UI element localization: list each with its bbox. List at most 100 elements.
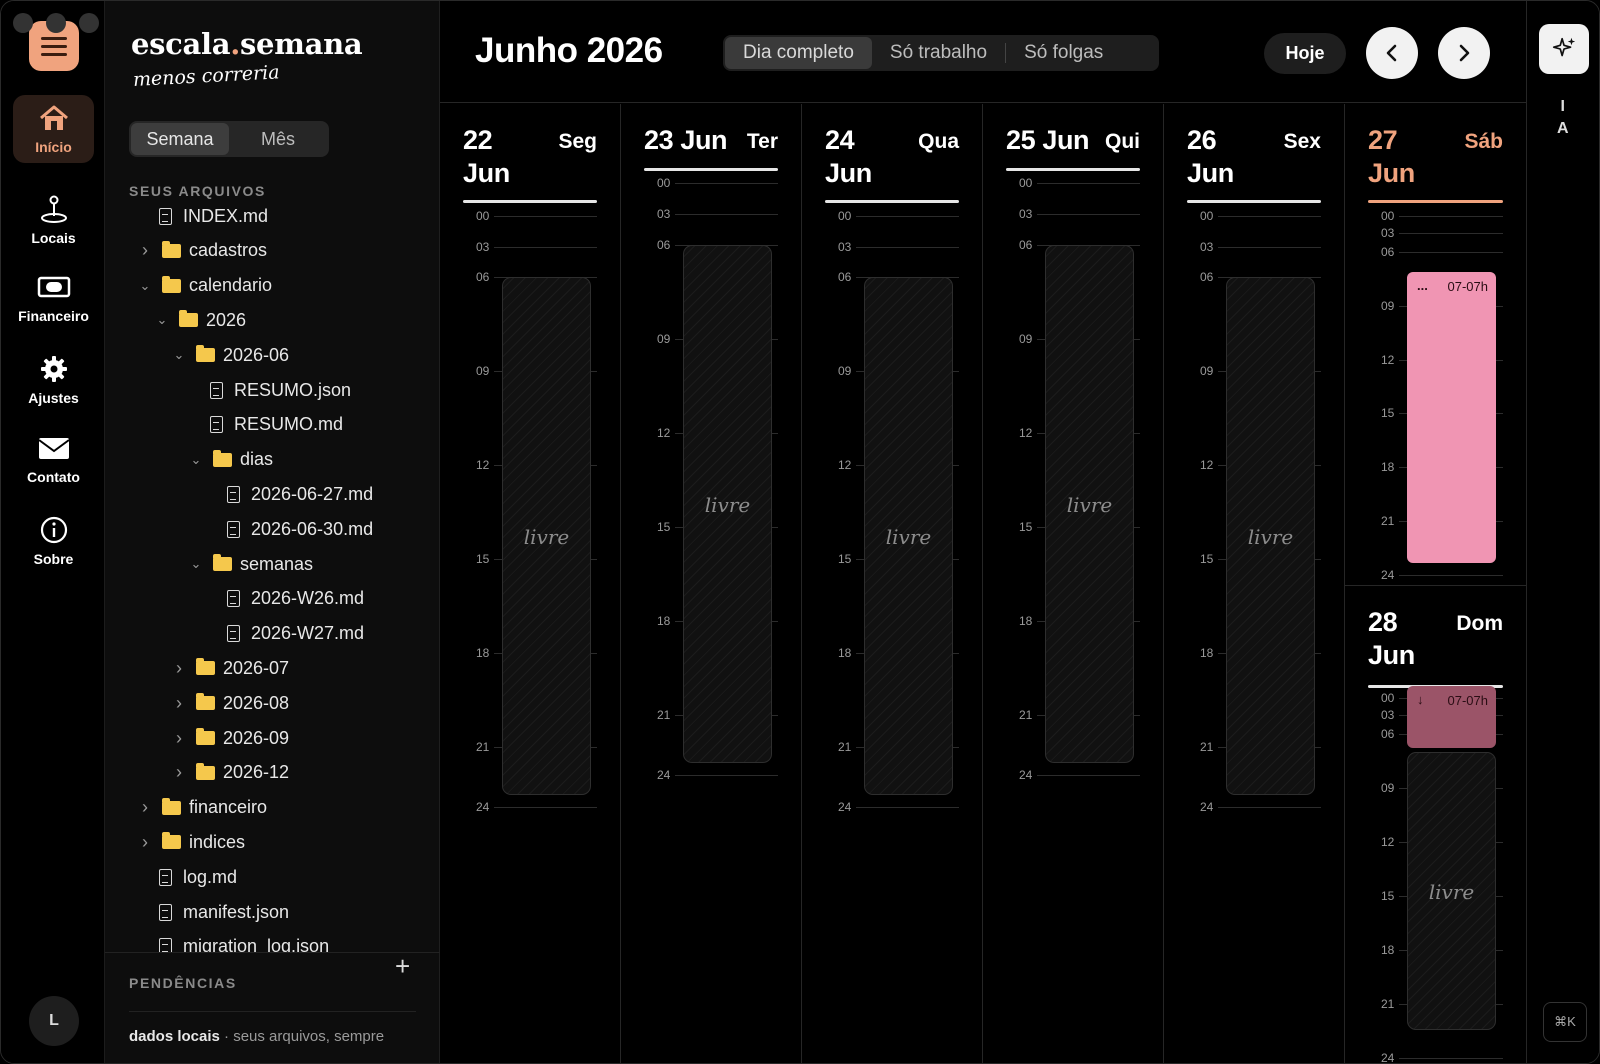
tree-folder[interactable]: ⌄ 2026-06 — [172, 338, 290, 372]
pending-section-title: PENDÊNCIAS — [129, 975, 237, 991]
tree-folder[interactable]: ⌄ 2026 — [155, 303, 247, 337]
chevron-right-icon[interactable]: › — [172, 658, 186, 678]
tree-folder[interactable]: › indices — [138, 825, 245, 859]
day-column[interactable]: 27 Jun Sáb 00 03 06 09 12 15 18 21 24... 07-07h — [1345, 104, 1526, 586]
free-slot[interactable]: livre — [1045, 244, 1134, 763]
tree-file[interactable]: RESUMO.json — [205, 373, 351, 407]
today-button[interactable]: Hoje — [1264, 33, 1346, 74]
chevron-down-icon[interactable]: ⌄ — [172, 347, 186, 362]
filter-so-trabalho[interactable]: Só trabalho — [872, 37, 1005, 69]
day-column[interactable]: 22 Jun Seg 00 03 06 09 12 15 18 21 24 livre — [440, 104, 621, 1063]
chevron-right-icon[interactable]: › — [138, 240, 152, 260]
hour-label: 18 — [1019, 614, 1033, 629]
nav-sobre[interactable]: Sobre — [13, 507, 94, 575]
tree-item-label: 2026-06-30.md — [251, 518, 374, 539]
folder-icon — [194, 345, 216, 364]
hour-label: 00 — [1200, 209, 1214, 223]
hour-label: 18 — [657, 614, 671, 629]
filter-dia-completo[interactable]: Dia completo — [725, 37, 872, 69]
tree-file[interactable]: manifest.json — [154, 895, 289, 929]
hour-label: 09 — [1019, 331, 1033, 346]
zoom-window-button[interactable] — [79, 13, 99, 33]
free-label: livre — [1066, 492, 1113, 517]
free-slot[interactable]: livre — [1407, 752, 1496, 1030]
calendar-toolbar: Junho 2026 Dia completo Só trabalho Só f… — [440, 1, 1526, 103]
file-tree: INDEX.md › cadastros ⌄ calendario ⌄ 2026 ⌄ 2026-… — [105, 202, 440, 952]
chevron-right-icon[interactable]: › — [138, 832, 152, 852]
tree-file[interactable]: 2026-W26.md — [222, 582, 364, 616]
hour-line — [1037, 183, 1140, 184]
day-column[interactable]: 23 Jun Ter 00 03 06 09 12 15 18 21 24 livre — [621, 104, 802, 1063]
minimize-window-button[interactable] — [46, 13, 66, 33]
ai-assistant-button[interactable] — [1539, 24, 1589, 74]
hour-line — [1399, 575, 1503, 576]
chevron-down-icon[interactable]: ⌄ — [189, 452, 203, 467]
day-number: 28 — [1368, 607, 1398, 637]
chevron-down-icon[interactable]: ⌄ — [138, 278, 152, 293]
tree-folder[interactable]: › 2026-09 — [172, 721, 289, 755]
nav-financeiro[interactable]: Financeiro — [13, 264, 94, 332]
tree-folder[interactable]: ⌄ calendario — [138, 269, 273, 303]
hour-label: 21 — [1381, 514, 1395, 529]
tree-item-label: log.md — [183, 866, 238, 887]
chevron-right-icon[interactable]: › — [172, 762, 186, 782]
tree-file[interactable]: 2026-06-27.md — [222, 477, 373, 511]
day-column[interactable]: 26 Jun Sex 00 03 06 09 12 15 18 21 24 livre — [1164, 104, 1345, 1063]
hour-label: 09 — [1381, 781, 1395, 795]
tree-file[interactable]: log.md — [154, 860, 237, 894]
free-slot[interactable]: livre — [864, 277, 953, 795]
hour-label: 00 — [476, 209, 490, 223]
nav-ajustes[interactable]: Ajustes — [13, 346, 94, 414]
ia-label: IA — [1557, 96, 1569, 140]
day-column[interactable]: 25 Jun Qui 00 03 06 09 12 15 18 21 24 livre — [983, 104, 1164, 1063]
tree-folder[interactable]: ⌄ semanas — [189, 547, 314, 581]
tree-folder[interactable]: › 2026-12 — [172, 756, 289, 790]
tree-file[interactable]: INDEX.md — [154, 202, 268, 233]
next-week-button[interactable] — [1438, 27, 1490, 79]
hour-label: 15 — [476, 552, 490, 567]
nav-inicio[interactable]: Início — [13, 95, 94, 163]
nav-contato[interactable]: Contato — [13, 425, 94, 493]
tab-semana[interactable]: Semana — [131, 123, 229, 155]
banknote-icon — [37, 276, 70, 298]
footer-rest: · seus arquivos, sempre — [219, 1028, 385, 1045]
day-underline — [1187, 200, 1321, 203]
tree-file[interactable]: 2026-06-30.md — [222, 512, 373, 546]
tree-file[interactable]: RESUMO.md — [205, 408, 343, 442]
hour-label: 03 — [1381, 226, 1395, 241]
tree-folder[interactable]: › cadastros — [138, 234, 267, 268]
hour-label: 15 — [1381, 406, 1395, 421]
avatar[interactable]: L — [29, 996, 79, 1046]
shift-event[interactable]: ... 07-07h — [1407, 271, 1496, 563]
command-shortcut[interactable]: ⌘K — [1543, 1002, 1587, 1042]
tree-folder[interactable]: › 2026-08 — [172, 686, 289, 720]
chevron-down-icon[interactable]: ⌄ — [155, 312, 169, 327]
home-icon — [39, 105, 68, 130]
chevron-right-icon[interactable]: › — [172, 693, 186, 713]
free-slot[interactable]: livre — [1226, 277, 1315, 795]
day-month: Jun — [463, 158, 510, 188]
filter-so-folgas[interactable]: Só folgas — [1006, 37, 1121, 69]
tree-folder[interactable]: › financeiro — [138, 791, 267, 825]
free-slot[interactable]: livre — [683, 244, 772, 763]
day-column[interactable]: 28 Jun Dom 00 03 06 09 12 15 18 21 24 livre ↓ 07-07h — [1345, 586, 1526, 1063]
chevron-down-icon[interactable]: ⌄ — [189, 556, 203, 571]
chevron-right-icon[interactable]: › — [138, 797, 152, 817]
close-window-button[interactable] — [13, 13, 33, 33]
nav-locais[interactable]: Locais — [13, 186, 94, 254]
tab-mes[interactable]: Mês — [229, 123, 327, 155]
hour-line — [675, 183, 778, 184]
day-column[interactable]: 24 Jun Qua 00 03 06 09 12 15 18 21 24 livre — [802, 104, 983, 1063]
free-slot[interactable]: livre — [502, 277, 591, 795]
tree-item-label: RESUMO.md — [234, 414, 344, 435]
tree-item-label: 2026-W27.md — [251, 623, 365, 644]
tree-file[interactable]: 2026-W27.md — [222, 617, 364, 651]
app-window: Início Locais Financeiro Ajustes Contato… — [0, 0, 1600, 1064]
tree-file[interactable]: migration_log.json — [154, 930, 329, 952]
prev-week-button[interactable] — [1366, 27, 1418, 79]
chevron-right-icon[interactable]: › — [172, 728, 186, 748]
shift-event[interactable]: ↓ 07-07h — [1407, 686, 1496, 748]
tree-folder[interactable]: ⌄ dias — [189, 443, 273, 477]
add-pending-button[interactable]: + — [395, 953, 410, 979]
tree-folder[interactable]: › 2026-07 — [172, 651, 289, 685]
